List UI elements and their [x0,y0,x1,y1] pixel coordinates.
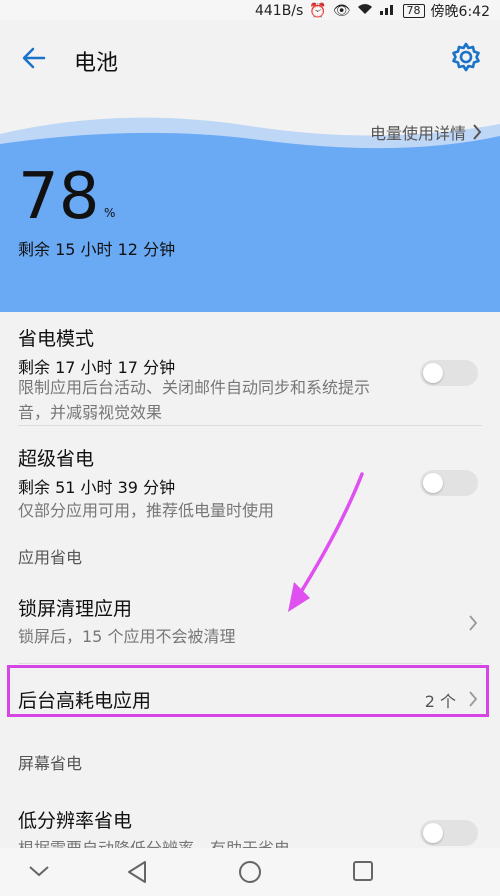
toggle-knob [423,363,443,383]
super-saving-row[interactable]: 超级省电 剩余 51 小时 39 分钟 仅部分应用可用，推荐低电量时使用 [0,426,500,530]
alarm-icon: ⏰ [309,3,327,19]
toggle-knob [423,823,443,843]
lock-clean-title: 锁屏清理应用 [18,598,133,620]
screen-section-header-row: 屏幕省电 [0,736,500,786]
power-saving-toggle[interactable] [420,360,478,386]
app-section-header-row: 应用省电 [0,530,500,578]
wifi-icon [357,3,373,19]
power-saving-title: 省电模式 [18,328,95,350]
recents-square-icon[interactable] [352,860,374,882]
network-speed: 441B/s [254,3,304,19]
system-nav-bar [0,848,500,896]
super-saving-remaining: 剩余 51 小时 39 分钟 [18,478,176,497]
usage-details-label: 电量使用详情 [369,124,466,143]
home-circle-icon[interactable] [238,860,262,884]
back-triangle-icon[interactable] [126,860,148,884]
low-res-title: 低分辨率省电 [18,810,133,832]
super-saving-title: 超级省电 [18,448,95,470]
screen-section-header: 屏幕省电 [18,754,83,773]
signal-icon [379,3,397,19]
percent-sign: % [104,206,116,220]
gear-icon [452,42,480,72]
app-section-header: 应用省电 [18,548,83,567]
toggle-knob [423,473,443,493]
super-saving-toggle[interactable] [420,470,478,496]
back-button[interactable] [18,42,50,74]
lock-clean-row[interactable]: 锁屏清理应用 锁屏后，15 个应用不会被清理 [0,578,500,664]
usage-details-link[interactable]: 电量使用详情 [370,120,482,144]
power-saving-row[interactable]: 省电模式 剩余 17 小时 17 分钟 限制应用后台活动、关闭邮件自动同步和系统… [0,312,500,426]
highlight-box [7,665,489,717]
page-title: 电池 [74,51,119,76]
chevron-right-icon [469,615,478,631]
battery-icon: 78 [402,4,425,18]
settings-button[interactable] [450,41,482,73]
clock: 傍晚6:42 [430,4,490,20]
chevron-down-icon[interactable] [28,864,50,878]
chevron-right-icon [473,124,482,140]
settings-list: 省电模式 剩余 17 小时 17 分钟 限制应用后台活动、关闭邮件自动同步和系统… [0,312,500,872]
status-bar: 441B/s ⏰ 👁 78 傍晚6:42 [0,0,500,20]
eye-icon: 👁 [332,3,351,19]
status-right: 441B/s ⏰ 👁 78 傍晚6:42 [255,1,490,21]
remaining-time: 剩余 15 小时 12 分钟 [18,240,176,259]
low-res-toggle[interactable] [420,820,478,846]
arrow-left-icon [22,47,46,69]
lock-clean-desc: 锁屏后，15 个应用不会被清理 [18,627,236,646]
battery-percent: 78 [18,160,100,234]
power-saving-desc: 限制应用后台活动、关闭邮件自动同步和系统提示音，并减弱视觉效果 [18,378,371,422]
app-header: 电池 [0,20,500,96]
annotation-arrow-icon [288,472,364,612]
battery-hero: 电量使用详情 78 % 剩余 15 小时 12 分钟 [0,96,500,312]
